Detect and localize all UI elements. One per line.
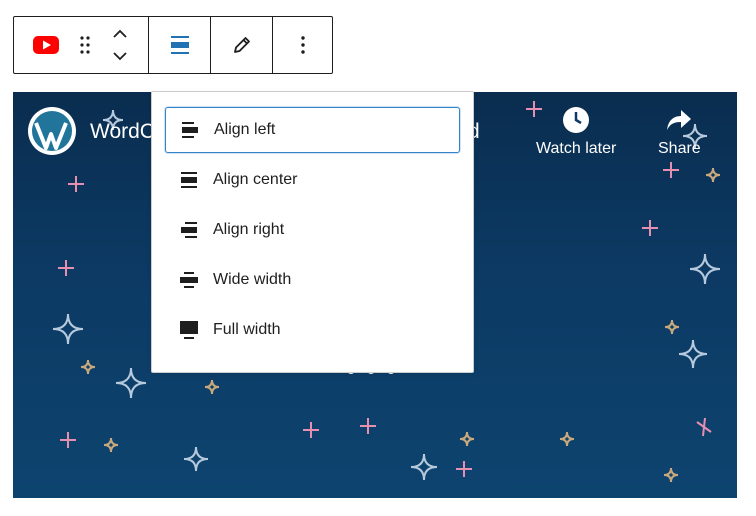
toolbar-group-align	[148, 17, 210, 73]
align-right-label: Align right	[213, 221, 285, 238]
toolbar-group-more	[272, 17, 333, 73]
align-right-icon	[181, 222, 197, 238]
align-left-option[interactable]: Align left	[165, 107, 460, 153]
share-arrow-icon	[667, 110, 692, 130]
watch-later-label: Watch later	[536, 140, 617, 157]
edit-url-button[interactable]	[211, 17, 272, 73]
block-type-button[interactable]	[14, 17, 78, 73]
more-options-button[interactable]	[273, 17, 333, 73]
drag-handle-icon	[80, 36, 90, 54]
clock-icon	[563, 107, 590, 133]
full-width-option[interactable]: Full width	[165, 307, 460, 353]
more-options-icon	[301, 36, 305, 54]
align-full-width-icon	[180, 321, 198, 339]
align-center-option[interactable]: Align center	[165, 157, 460, 203]
move-buttons[interactable]	[92, 17, 148, 73]
align-center-icon	[181, 172, 197, 188]
pencil-icon	[233, 37, 250, 53]
toolbar-group-block	[14, 17, 148, 73]
block-toolbar	[13, 16, 333, 74]
share-label: Share	[658, 140, 701, 157]
full-width-label: Full width	[213, 321, 281, 338]
align-button[interactable]	[149, 17, 210, 73]
align-wide-icon	[180, 272, 198, 288]
toolbar-group-edit	[210, 17, 272, 73]
share-button[interactable]: Share	[658, 106, 701, 158]
watch-later-button[interactable]: Watch later	[536, 106, 616, 158]
align-left-label: Align left	[214, 121, 276, 138]
align-right-option[interactable]: Align right	[165, 207, 460, 253]
wordpress-logo-icon	[28, 107, 76, 155]
video-title[interactable]: WordC	[90, 120, 155, 144]
align-icon	[170, 36, 189, 54]
align-dropdown-menu: Align left Align center Align right Wide…	[151, 91, 474, 373]
align-center-label: Align center	[213, 171, 298, 188]
youtube-icon	[33, 36, 59, 54]
move-up-down-icon	[113, 29, 127, 61]
drag-handle-button[interactable]	[78, 17, 92, 73]
wide-width-option[interactable]: Wide width	[165, 257, 460, 303]
align-left-icon	[182, 122, 198, 138]
wide-width-label: Wide width	[213, 271, 292, 288]
